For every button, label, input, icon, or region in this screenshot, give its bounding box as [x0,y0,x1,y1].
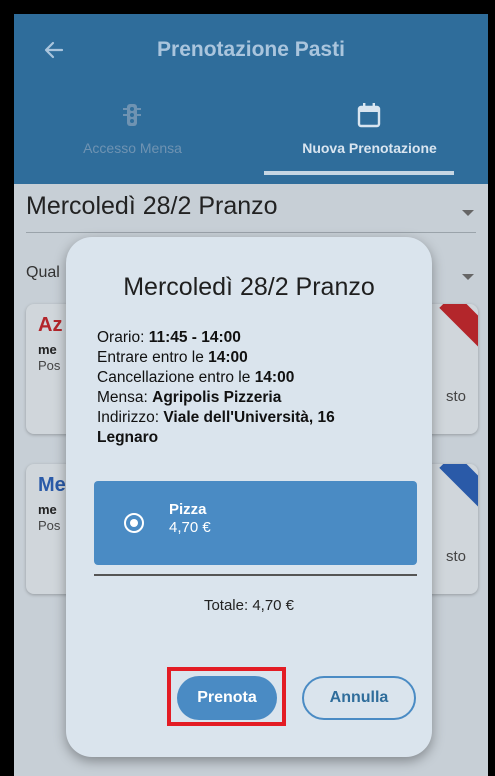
highlight-box [167,667,286,726]
card-status: sto [446,388,467,405]
mensa-row: Mensa: Agripolis Pizzeria [97,388,417,408]
cancellazione-label: Cancellazione entro le [97,369,255,386]
page-title: Prenotazione Pasti [157,38,345,61]
day-select[interactable]: Mercoledì 28/2 Pranzo [26,192,278,221]
annulla-button[interactable]: Annulla [302,676,416,720]
entrare-value: 14:00 [208,349,248,366]
radio-selected-icon[interactable] [124,513,144,533]
traffic-light-icon [123,104,141,126]
orario-label: Orario: [97,329,149,346]
booking-info: Orario: 11:45 - 14:00 Entrare entro le 1… [97,328,417,448]
indirizzo-label: Indirizzo: [97,409,164,426]
card-title: Me [38,474,66,496]
dialog-title: Mercoledì 28/2 Pranzo [123,273,375,301]
tab-label: Accesso Mensa [83,140,182,156]
booking-dialog: Mercoledì 28/2 Pranzo Orario: 11:45 - 14… [66,237,432,757]
indirizzo-value: Viale dell'Università, 16 [163,409,335,426]
time-ribbon: 2:00 [439,304,478,386]
app-bar: Prenotazione Pasti Accesso Mensa Nuova P… [14,14,488,184]
card-status: sto [446,548,467,565]
card-subtitle: me [38,502,57,517]
divider [94,574,417,576]
indirizzo-row: Indirizzo: Viale dell'Università, 16 [97,408,417,428]
card-detail: Pos [38,518,61,533]
orario-row: Orario: 11:45 - 14:00 [97,328,417,348]
orario-value: 11:45 - 14:00 [148,329,241,346]
cancellazione-value: 14:00 [254,369,295,386]
indirizzo-row-2: Legnaro [97,428,417,448]
entrare-label: Entrare entro le [97,349,209,366]
total-label: Totale: 4,70 € [203,597,295,614]
card-detail: Pos [38,358,61,373]
card-subtitle: me [38,342,57,357]
meal-option-pizza[interactable]: Pizza 4,70 € [94,481,417,565]
chevron-down-icon[interactable] [462,210,474,216]
mensa-value: Agripolis Pizzeria [152,389,282,406]
entrare-row: Entrare entro le 14:00 [97,348,417,368]
phone-screen: Prenotazione Pasti Accesso Mensa Nuova P… [14,14,488,776]
option-price: 4,70 € [169,519,211,536]
mensa-label: Mensa: [97,389,153,406]
card-title: Az [38,314,63,336]
cancellazione-row: Cancellazione entro le 14:00 [97,368,417,388]
secondary-select[interactable]: Qual [26,264,60,282]
indirizzo-city: Legnaro [97,429,159,446]
option-name: Pizza [169,501,207,518]
tab-label: Nuova Prenotazione [302,140,437,156]
time-ribbon: 2:00 [439,464,478,546]
tab-indicator [264,171,454,175]
select-underline [26,232,476,233]
tab-accesso-mensa[interactable]: Accesso Mensa [14,92,251,184]
calendar-icon [357,103,381,128]
chevron-down-icon[interactable] [462,274,474,280]
